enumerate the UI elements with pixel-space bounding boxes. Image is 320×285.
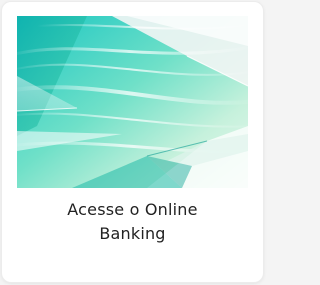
card-title-line-1: Acesse o Online	[67, 200, 198, 219]
abstract-glass-illustration	[17, 16, 248, 188]
card-title-line-2: Banking	[99, 224, 166, 243]
card-title[interactable]: Acesse o Online Banking	[2, 198, 263, 246]
abstract-teal-glass-image[interactable]	[17, 16, 248, 188]
online-banking-card[interactable]: Acesse o Online Banking	[2, 2, 263, 282]
